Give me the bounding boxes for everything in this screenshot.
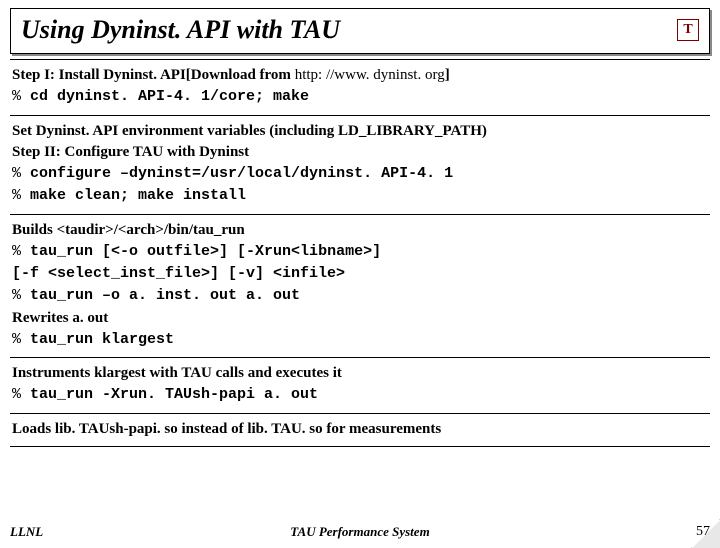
footer-left: LLNL — [10, 524, 43, 540]
text-segment: % — [12, 386, 30, 403]
slide-title: Using Dyninst. API with TAU — [21, 15, 340, 45]
text-segment: [-f <select_inst_file>] [-v] <infile> — [12, 265, 345, 282]
text-segment: Set Dyninst. API environment variables (… — [12, 123, 487, 139]
text-segment: Builds <taudir>/<arch>/bin/tau_run — [12, 222, 245, 238]
text-segment: make clean; make install — [30, 187, 246, 204]
title-bar: Using Dyninst. API with TAU T — [10, 8, 710, 54]
text-segment: cd dyninst. API-4. 1/core; make — [30, 88, 309, 105]
content-line: Set Dyninst. API environment variables (… — [12, 121, 708, 141]
content-line: Loads lib. TAUsh-papi. so instead of lib… — [12, 419, 708, 439]
content-block: Builds <taudir>/<arch>/bin/tau_run% tau_… — [10, 214, 710, 359]
content-line: % tau_run –o a. inst. out a. out — [12, 285, 708, 306]
text-segment: % — [12, 243, 30, 260]
text-segment: tau_run -Xrun. TAUsh-papi a. out — [30, 386, 318, 403]
text-segment: % — [12, 165, 30, 182]
text-segment: tau_run [<-o outfile>] [-Xrun<libname>] — [30, 243, 381, 260]
text-segment: Rewrites a. out — [12, 310, 108, 326]
content-area: Step I: Install Dyninst. API[Download fr… — [10, 59, 710, 447]
text-segment: Step I: Install Dyninst. API[Download fr… — [12, 67, 295, 83]
text-segment: Loads lib. TAUsh-papi. so instead of lib… — [12, 421, 441, 437]
text-segment: % — [12, 331, 30, 348]
text-segment: Step II: Configure TAU with Dyninst — [12, 144, 249, 160]
content-block: Instruments klargest with TAU calls and … — [10, 357, 710, 414]
text-segment: tau_run –o a. inst. out a. out — [30, 287, 300, 304]
text-segment: % — [12, 187, 30, 204]
content-line: % configure –dyninst=/usr/local/dyninst.… — [12, 163, 708, 184]
text-segment: % — [12, 88, 30, 105]
content-line: % cd dyninst. API-4. 1/core; make — [12, 86, 708, 107]
content-line: % tau_run -Xrun. TAUsh-papi a. out — [12, 384, 708, 405]
content-line: % tau_run [<-o outfile>] [-Xrun<libname>… — [12, 241, 708, 262]
text-segment: % — [12, 287, 30, 304]
content-block: Set Dyninst. API environment variables (… — [10, 115, 710, 215]
content-line: % make clean; make install — [12, 185, 708, 206]
text-segment: http: //www. dyninst. org — [295, 67, 445, 83]
text-segment: Instruments klargest with TAU calls and … — [12, 365, 342, 381]
text-segment: tau_run klargest — [30, 331, 174, 348]
content-line: Instruments klargest with TAU calls and … — [12, 363, 708, 383]
content-line: Step I: Install Dyninst. API[Download fr… — [12, 65, 708, 85]
text-segment: configure –dyninst=/usr/local/dyninst. A… — [30, 165, 453, 182]
content-line: Step II: Configure TAU with Dyninst — [12, 142, 708, 162]
tau-logo-icon: T — [677, 19, 699, 41]
content-line: Builds <taudir>/<arch>/bin/tau_run — [12, 220, 708, 240]
text-segment: ] — [445, 67, 450, 83]
content-block: Step I: Install Dyninst. API[Download fr… — [10, 59, 710, 116]
content-line: % tau_run klargest — [12, 329, 708, 350]
content-block: Loads lib. TAUsh-papi. so instead of lib… — [10, 413, 710, 447]
content-line: Rewrites a. out — [12, 308, 708, 328]
footer-center: TAU Performance System — [290, 524, 429, 540]
footer: LLNL TAU Performance System 57 — [10, 524, 710, 540]
content-line: [-f <select_inst_file>] [-v] <infile> — [12, 263, 708, 284]
